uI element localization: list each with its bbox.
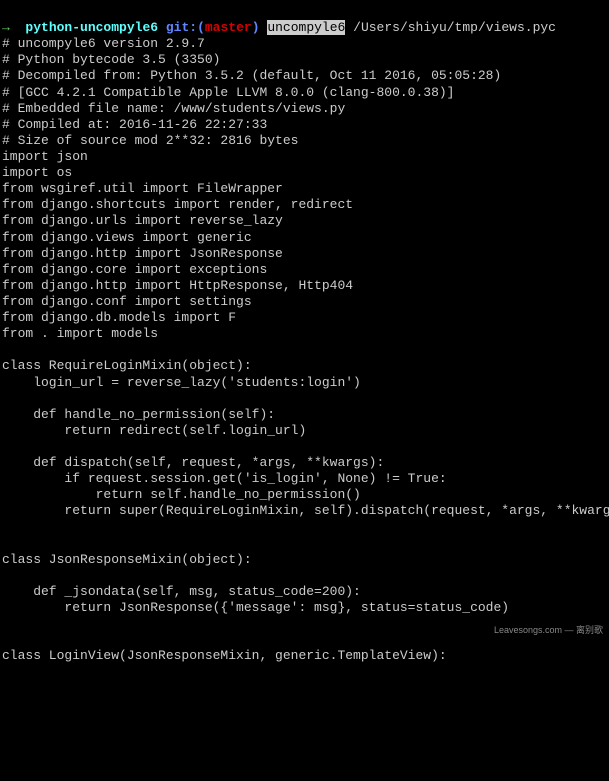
code-line: return redirect(self.login_url) <box>2 423 306 438</box>
code-line: from django.views import generic <box>2 230 252 245</box>
command-arg: /Users/shiyu/tmp/views.pyc <box>353 20 556 35</box>
code-line: class RequireLoginMixin(object): <box>2 358 252 373</box>
code-line: from django.urls import reverse_lazy <box>2 213 283 228</box>
git-close: ) <box>252 20 260 35</box>
code-line: def handle_no_permission(self): <box>2 407 275 422</box>
code-line: def dispatch(self, request, *args, **kwa… <box>2 455 384 470</box>
code-line: return self.handle_no_permission() <box>2 487 361 502</box>
header-line: # Size of source mod 2**32: 2816 bytes <box>2 133 298 148</box>
code-line: from wsgiref.util import FileWrapper <box>2 181 283 196</box>
code-line: if request.session.get('is_login', None)… <box>2 471 447 486</box>
header-line: # Embedded file name: /www/students/view… <box>2 101 345 116</box>
code-line: from django.conf import settings <box>2 294 252 309</box>
header-line: # uncompyle6 version 2.9.7 <box>2 36 205 51</box>
code-line: login_url = reverse_lazy('students:login… <box>2 375 361 390</box>
code-line: from django.db.models import F <box>2 310 236 325</box>
header-line: # Python bytecode 3.5 (3350) <box>2 52 220 67</box>
header-line: # [GCC 4.2.1 Compatible Apple LLVM 8.0.0… <box>2 85 454 100</box>
code-line: from django.core import exceptions <box>2 262 267 277</box>
git-label: git:( <box>166 20 205 35</box>
code-line: return JsonResponse({'message': msg}, st… <box>2 600 509 615</box>
code-line: class LoginView(JsonResponseMixin, gener… <box>2 648 447 663</box>
code-line: from . import models <box>2 326 158 341</box>
command-executable[interactable]: uncompyle6 <box>267 20 345 35</box>
code-line: import json <box>2 149 88 164</box>
code-line: def _jsondata(self, msg, status_code=200… <box>2 584 361 599</box>
watermark: Leavesongs.com — 离别歌 <box>494 625 603 636</box>
header-line: # Decompiled from: Python 3.5.2 (default… <box>2 68 501 83</box>
code-line: from django.shortcuts import render, red… <box>2 197 353 212</box>
code-line: import os <box>2 165 72 180</box>
git-branch: master <box>205 20 252 35</box>
code-line: from django.http import HttpResponse, Ht… <box>2 278 353 293</box>
header-line: # Compiled at: 2016-11-26 22:27:33 <box>2 117 267 132</box>
code-line: return super(RequireLoginMixin, self).di… <box>2 503 609 518</box>
prompt-dir: python-uncompyle6 <box>25 20 158 35</box>
code-line: class JsonResponseMixin(object): <box>2 552 252 567</box>
prompt-arrow-icon: → <box>2 20 10 35</box>
prompt-line: → python-uncompyle6 git:(master) uncompy… <box>2 20 556 35</box>
code-line: from django.http import JsonResponse <box>2 246 283 261</box>
terminal-output: → python-uncompyle6 git:(master) uncompy… <box>2 20 607 664</box>
